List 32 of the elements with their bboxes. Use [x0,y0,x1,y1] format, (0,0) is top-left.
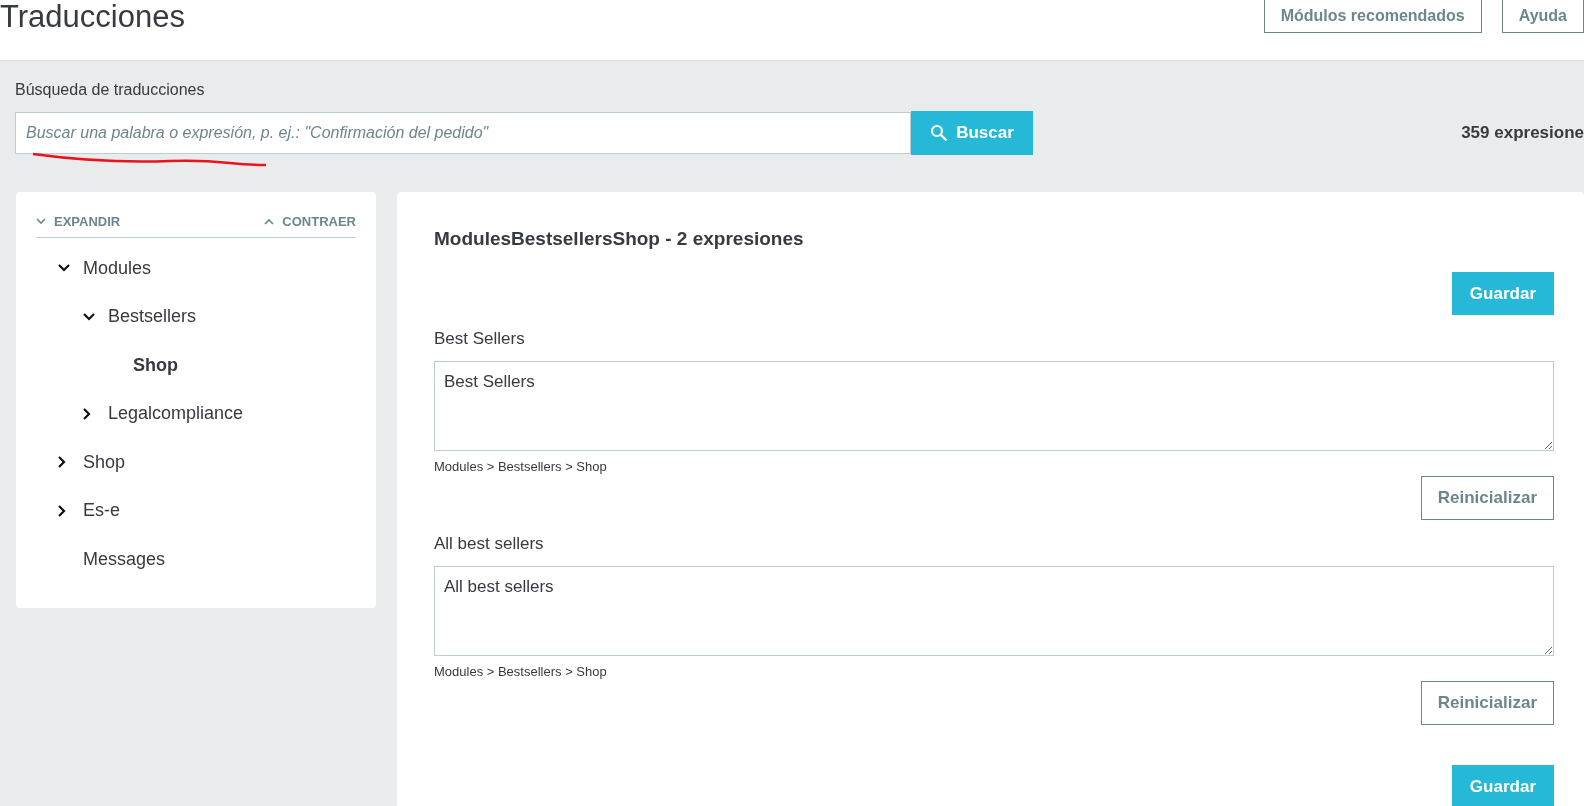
chevron-down-icon [36,218,46,225]
tree-item[interactable]: Messages [83,548,166,570]
tree-item[interactable]: Bestsellers [108,306,197,328]
tree-item[interactable]: Shop [83,451,126,473]
search-icon [930,124,949,142]
header-button[interactable]: Ayuda [1501,0,1584,33]
chevron-right-icon[interactable] [58,504,66,517]
translation-field[interactable]: All best sellers [434,566,1554,656]
expression-count: 359 expresione [1461,123,1584,143]
panel-title: ModulesBestsellersShop - 2 expresiones [434,228,805,250]
chevron-right-icon[interactable] [58,456,66,469]
expression-label: Best Sellers [434,329,526,349]
expression-path: Modules > Bestsellers > Shop [434,664,608,679]
chevron-up-icon [264,218,275,225]
tree-item[interactable]: Modules [83,257,152,279]
search-label: Búsqueda de traducciones [15,81,206,99]
expression-label: All best sellers [434,534,545,554]
chevron-down-icon[interactable] [58,264,70,273]
tree-item[interactable]: Shop [133,354,178,376]
header-button[interactable]: Módulos recomendados [1263,0,1482,33]
reset-button[interactable]: Reinicializar [1420,681,1554,725]
collapse-all-button[interactable]: CONTRAER [264,214,356,229]
chevron-right-icon[interactable] [83,407,91,420]
expression-path: Modules > Bestsellers > Shop [434,459,608,474]
search-field[interactable]: Buscar una palabra o expresión, p. ej.: "Confirmación del pedido" [15,112,911,154]
tree-item[interactable]: Es-e [83,500,120,522]
page-title: Traducciones [0,0,185,34]
translation-field[interactable]: Best Sellers [434,361,1554,451]
chevron-down-icon[interactable] [83,312,95,321]
expand-all-button[interactable]: EXPANDIR [36,214,121,229]
reset-button[interactable]: Reinicializar [1420,476,1554,520]
tree-item[interactable]: Legalcompliance [108,403,244,425]
